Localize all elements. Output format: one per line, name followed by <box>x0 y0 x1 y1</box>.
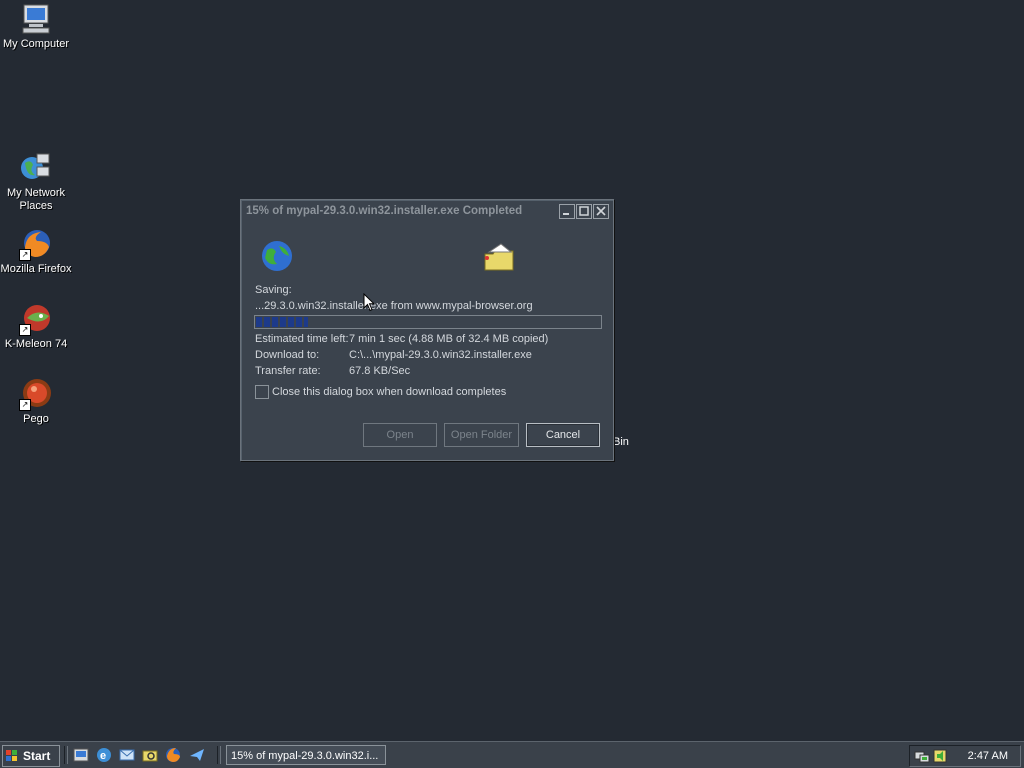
dialog-titlebar[interactable]: 15% of mypal-29.3.0.win32.installer.exe … <box>243 202 611 220</box>
k-meleon-icon: ↗ <box>19 302 53 336</box>
open-folder-button[interactable]: Open Folder <box>444 423 519 447</box>
system-tray: 2:47 AM <box>909 745 1021 767</box>
open-button[interactable]: Open <box>363 423 437 447</box>
desktop-icon-label-partial: Bin <box>613 436 629 448</box>
taskbar: Start e 15% of mypal-29.3.0.win32.i... 2… <box>0 741 1024 768</box>
download-progress-bar <box>254 315 602 329</box>
download-dialog: 15% of mypal-29.3.0.win32.installer.exe … <box>240 199 614 461</box>
taskbar-separator <box>217 746 221 764</box>
desktop-icon-label: K-Meleon 74 <box>4 338 68 350</box>
download-to-label: Download to: <box>255 349 320 361</box>
minimize-button[interactable] <box>559 204 575 219</box>
outlook-express-icon[interactable] <box>118 746 136 764</box>
desktop-icon-k-meleon[interactable]: ↗ K-Meleon 74 <box>0 302 74 351</box>
close-on-complete-checkbox[interactable] <box>255 385 269 399</box>
desktop-icon-pego[interactable]: ↗ Pego <box>0 377 74 426</box>
taskbar-button-download[interactable]: 15% of mypal-29.3.0.win32.i... <box>226 745 386 765</box>
download-progress-fill <box>256 317 308 327</box>
desktop-icon-label: Mozilla Firefox <box>0 263 72 275</box>
globe-icon <box>259 238 295 274</box>
desktop-icon-my-network-places[interactable]: My Network Places <box>0 151 74 213</box>
transfer-rate-value: 67.8 KB/Sec <box>349 365 411 377</box>
volume-tray-icon[interactable] <box>932 748 948 764</box>
download-to-value: C:\...\mypal-29.3.0.win32.installer.exe <box>349 349 532 361</box>
estimated-time-value: 7 min 1 sec (4.88 MB of 32.4 MB copied) <box>349 333 549 345</box>
clock[interactable]: 2:47 AM <box>968 746 1008 766</box>
transfer-rate-row: Transfer rate: 67.8 KB/Sec <box>255 365 410 377</box>
shortcut-arrow-icon: ↗ <box>19 399 31 411</box>
desktop-icon-label: My Network Places <box>6 187 66 212</box>
cancel-button[interactable]: Cancel <box>526 423 600 447</box>
svg-text:e: e <box>100 750 106 762</box>
transfer-rate-label: Transfer rate: <box>255 365 321 377</box>
show-desktop-icon[interactable] <box>72 746 90 764</box>
close-on-complete-label[interactable]: Close this dialog box when download comp… <box>272 386 506 398</box>
computer-icon <box>19 2 53 36</box>
estimated-time-label: Estimated time left: <box>255 333 349 345</box>
estimated-time-row: Estimated time left:7 min 1 sec (4.88 MB… <box>255 333 548 345</box>
taskbar-separator <box>64 746 68 764</box>
desktop-icon-label: My Computer <box>2 38 70 50</box>
send-icon[interactable] <box>188 746 206 764</box>
network-icon <box>19 151 53 185</box>
shortcut-arrow-icon: ↗ <box>19 324 31 336</box>
saving-label: Saving: <box>255 284 292 296</box>
mouse-cursor-icon <box>363 292 376 315</box>
firefox-icon: ↗ <box>19 227 53 261</box>
internet-explorer-icon[interactable]: e <box>95 746 113 764</box>
firefox-quicklaunch-icon[interactable] <box>164 746 182 764</box>
network-tray-icon[interactable] <box>914 748 930 764</box>
shortcut-arrow-icon: ↗ <box>19 249 31 261</box>
desktop-icon-my-computer[interactable]: My Computer <box>0 2 74 51</box>
pego-icon: ↗ <box>19 377 53 411</box>
desktop-icon-label: Pego <box>23 413 49 425</box>
start-button[interactable]: Start <box>2 745 60 767</box>
saving-file: ...29.3.0.win32.installer.exe from www.m… <box>255 300 533 312</box>
close-button[interactable] <box>593 204 609 219</box>
desktop-icon-mozilla-firefox[interactable]: ↗ Mozilla Firefox <box>0 227 74 276</box>
start-label: Start <box>23 749 51 763</box>
dialog-title: 15% of mypal-29.3.0.win32.installer.exe … <box>246 205 523 217</box>
folder-icon <box>481 240 517 276</box>
windows-flag-icon <box>6 750 17 761</box>
download-to-row: Download to: C:\...\mypal-29.3.0.win32.in… <box>255 349 532 361</box>
explorer-icon[interactable] <box>141 746 159 764</box>
maximize-button[interactable] <box>576 204 592 219</box>
